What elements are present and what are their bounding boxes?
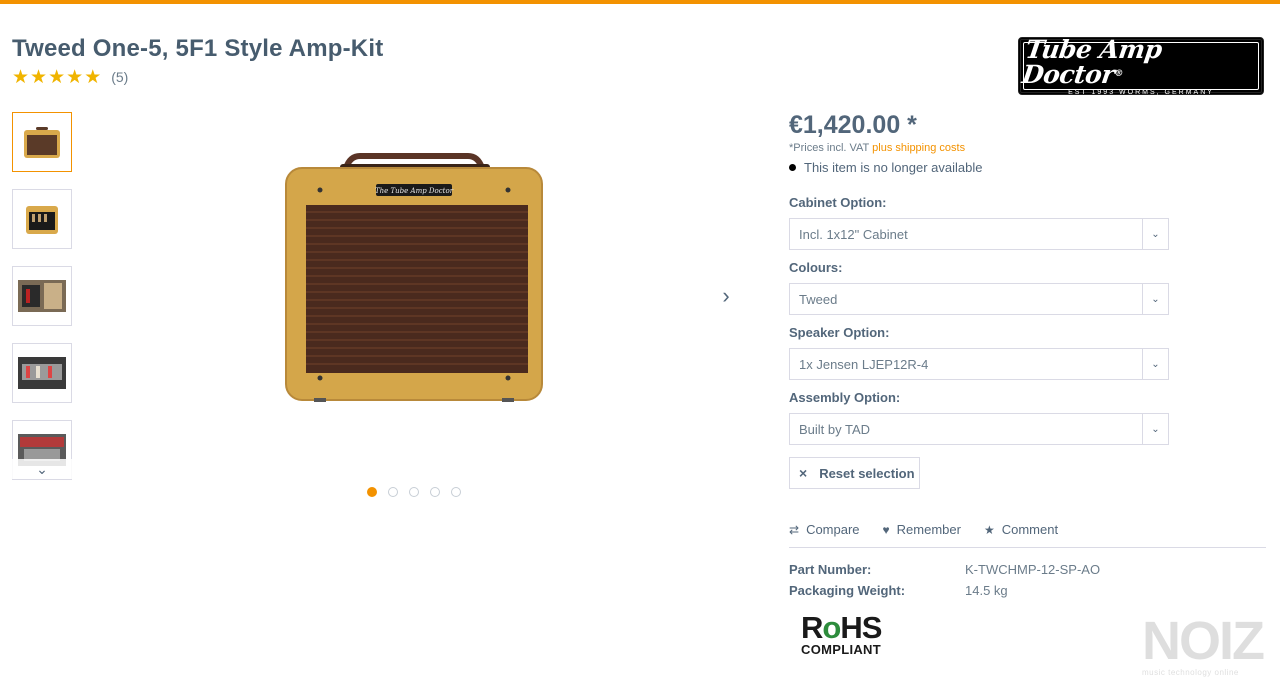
watermark-text: NOIZ bbox=[1142, 611, 1265, 671]
vat-text: *Prices incl. VAT bbox=[789, 142, 870, 154]
buy-box: €1,420.00 * *Prices incl. VAT plus shipp… bbox=[789, 108, 1267, 175]
chevron-down-icon: ⌄ bbox=[36, 460, 48, 477]
property-row: Packaging Weight: 14.5 kg bbox=[789, 580, 1100, 601]
compare-label: Compare bbox=[806, 522, 860, 537]
chevron-down-icon: ⌄ bbox=[1142, 414, 1168, 444]
brand-logo-subtitle: EST 1993 WORMS, GERMANY bbox=[1068, 88, 1214, 96]
heart-icon: ♥ bbox=[882, 522, 890, 537]
gallery-dot[interactable] bbox=[388, 487, 398, 497]
chevron-right-icon: › bbox=[722, 283, 730, 308]
rohs-leaf-icon: o bbox=[822, 610, 841, 645]
product-actions: ⇄ Compare ♥ Remember ★ Comment bbox=[789, 522, 1081, 537]
rating-count: (5) bbox=[111, 69, 129, 85]
noiz-watermark: NOIZ music technology online bbox=[1142, 614, 1272, 680]
status-dot-icon bbox=[789, 164, 796, 171]
chevron-down-icon: ⌄ bbox=[1142, 219, 1168, 249]
gallery-dot[interactable] bbox=[451, 487, 461, 497]
reset-selection-button[interactable]: × Reset selection bbox=[789, 457, 920, 489]
part-number-value: K-TWCHMP-12-SP-AO bbox=[965, 562, 1101, 577]
gallery-dots bbox=[367, 487, 461, 497]
amp-internals-thumbnail-image bbox=[18, 280, 66, 312]
compare-link[interactable]: ⇄ Compare bbox=[789, 522, 860, 537]
colours-option-value: Tweed bbox=[799, 291, 838, 307]
divider bbox=[789, 547, 1266, 548]
shipping-costs-link[interactable]: plus shipping costs bbox=[872, 142, 965, 154]
speaker-option-label: Speaker Option: bbox=[789, 325, 890, 340]
amp-chassis-thumbnail-image bbox=[18, 357, 66, 389]
registered-mark: ® bbox=[1113, 68, 1124, 79]
product-properties: Part Number: K-TWCHMP-12-SP-AO Packaging… bbox=[789, 559, 1100, 601]
rohs-r: R bbox=[801, 610, 823, 645]
cabinet-option-value: Incl. 1x12" Cabinet bbox=[799, 226, 908, 242]
packaging-weight-label: Packaging Weight: bbox=[789, 583, 906, 598]
assembly-option-label: Assembly Option: bbox=[789, 390, 901, 405]
brand-logo[interactable]: Tube Amp Doctor® EST 1993 WORMS, GERMANY bbox=[1018, 34, 1264, 96]
gallery-dot[interactable] bbox=[430, 487, 440, 497]
property-row: Part Number: K-TWCHMP-12-SP-AO bbox=[789, 559, 1100, 580]
colours-option: Colours: Tweed ⌄ bbox=[789, 260, 1169, 315]
product-main-image[interactable]: The Tube Amp Doctor bbox=[280, 150, 548, 410]
availability-status: This item is no longer available bbox=[789, 160, 1267, 175]
thumbnail-scroll-down-button[interactable]: ⌄ bbox=[12, 459, 72, 479]
gallery-next-button[interactable]: › bbox=[712, 282, 740, 310]
star-icon: ★ bbox=[84, 66, 102, 88]
remember-label: Remember bbox=[896, 522, 961, 537]
colours-option-select[interactable]: Tweed ⌄ bbox=[789, 283, 1169, 315]
remember-link[interactable]: ♥ Remember bbox=[883, 522, 961, 537]
comment-link[interactable]: ★ Comment bbox=[984, 522, 1058, 537]
speaker-option: Speaker Option: 1x Jensen LJEP12R-4 ⌄ bbox=[789, 325, 1169, 380]
comment-label: Comment bbox=[1001, 522, 1059, 537]
close-icon: × bbox=[799, 465, 808, 481]
thumbnail-4[interactable] bbox=[12, 343, 72, 403]
assembly-option-select[interactable]: Built by TAD ⌄ bbox=[789, 413, 1169, 445]
top-accent-bar bbox=[0, 0, 1280, 4]
speaker-option-value: 1x Jensen LJEP12R-4 bbox=[799, 356, 929, 372]
chevron-down-icon: ⌄ bbox=[1142, 284, 1168, 314]
cabinet-option-label: Cabinet Option: bbox=[789, 195, 887, 210]
assembly-option: Assembly Option: Built by TAD ⌄ bbox=[789, 390, 1169, 445]
chevron-down-icon: ⌄ bbox=[1142, 349, 1168, 379]
vat-note: *Prices incl. VAT plus shipping costs bbox=[789, 142, 1267, 154]
brand-logo-name: Tube Amp Doctor bbox=[1020, 34, 1164, 89]
compare-icon: ⇄ bbox=[789, 522, 800, 537]
rohs-compliant-logo: Ro HS COMPLIANT bbox=[801, 612, 891, 658]
amp-back-thumbnail-image bbox=[26, 206, 58, 234]
cabinet-option: Cabinet Option: Incl. 1x12" Cabinet ⌄ bbox=[789, 195, 1169, 250]
star-icon: ★ bbox=[983, 522, 995, 537]
thumbnail-2[interactable] bbox=[12, 189, 72, 249]
rohs-compliant-text: COMPLIANT bbox=[801, 642, 881, 657]
availability-text: This item is no longer available bbox=[804, 160, 983, 175]
speaker-option-select[interactable]: 1x Jensen LJEP12R-4 ⌄ bbox=[789, 348, 1169, 380]
star-icon: ★ bbox=[12, 66, 30, 88]
thumbnail-strip bbox=[12, 112, 72, 480]
thumbnail-3[interactable] bbox=[12, 266, 72, 326]
gallery-dot[interactable] bbox=[367, 487, 377, 497]
thumbnail-1[interactable] bbox=[12, 112, 72, 172]
assembly-option-value: Built by TAD bbox=[799, 421, 871, 437]
part-number-label: Part Number: bbox=[789, 562, 872, 577]
product-price: €1,420.00 * bbox=[789, 111, 917, 139]
amp-front-thumbnail-image bbox=[24, 127, 60, 158]
gallery-dot[interactable] bbox=[409, 487, 419, 497]
amp-badge-text: The Tube Amp Doctor bbox=[375, 187, 454, 195]
star-icon: ★ bbox=[66, 66, 84, 88]
product-title: Tweed One-5, 5F1 Style Amp-Kit bbox=[12, 35, 384, 62]
star-icon: ★ bbox=[48, 66, 66, 88]
rating-stars: ★ ★ ★ ★ ★ bbox=[12, 68, 101, 87]
packaging-weight-value: 14.5 kg bbox=[965, 583, 1008, 598]
reset-selection-label: Reset selection bbox=[819, 465, 915, 481]
star-icon: ★ bbox=[30, 66, 48, 88]
colours-option-label: Colours: bbox=[789, 260, 843, 275]
product-rating[interactable]: ★ ★ ★ ★ ★ (5) bbox=[12, 67, 128, 87]
rohs-hs: HS bbox=[840, 610, 882, 645]
cabinet-option-select[interactable]: Incl. 1x12" Cabinet ⌄ bbox=[789, 218, 1169, 250]
